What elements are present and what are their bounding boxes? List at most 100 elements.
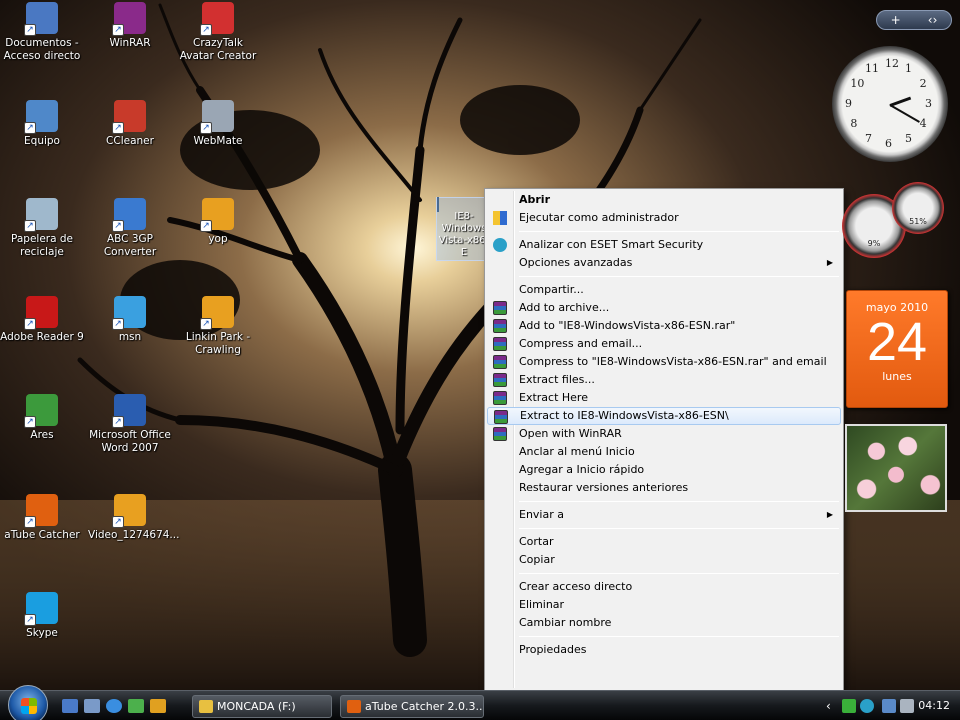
menu-item[interactable]: Cambiar nombre <box>487 614 841 632</box>
desktop-icon[interactable]: ↗ Equipo <box>0 100 84 148</box>
internet-explorer-icon[interactable] <box>106 699 122 713</box>
desktop-icon-label: Equipo <box>24 135 60 147</box>
menu-item[interactable]: Add to "IE8-WindowsVista-x86-ESN.rar" <box>487 317 841 335</box>
desktop-icon[interactable]: ↗ WebMate <box>176 100 260 148</box>
taskbar-window-button[interactable]: aTube Catcher 2.0.3... <box>340 695 484 718</box>
security-tray-icon[interactable] <box>842 699 856 713</box>
slideshow-gadget[interactable] <box>845 424 947 512</box>
winrar-icon <box>493 355 507 369</box>
taskbar-window-button[interactable]: MONCADA (F:) <box>192 695 332 718</box>
gadget-controls[interactable]: + ‹› <box>876 10 952 30</box>
desktop-icon[interactable]: ↗ aTube Catcher <box>0 494 84 542</box>
desktop-icon[interactable]: ↗ Papelera de reciclaje <box>0 198 84 259</box>
winrar-icon <box>493 337 507 351</box>
clock-gadget[interactable]: 12 1 2 3 4 5 6 7 8 9 10 11 <box>832 46 948 162</box>
menu-item[interactable]: Open with WinRAR <box>487 425 841 443</box>
gadget-nav-button[interactable]: ‹› <box>928 11 938 29</box>
desktop-icon[interactable]: ↗ Microsoft Office Word 2007 <box>88 394 172 455</box>
shortcut-arrow-icon: ↗ <box>24 24 36 36</box>
start-button[interactable] <box>8 685 48 720</box>
desktop-icon[interactable]: ↗ Documentos - Acceso directo <box>0 2 84 63</box>
desktop-icon[interactable]: ↗ Linkin Park - Crawling <box>176 296 260 357</box>
menu-item[interactable]: Crear acceso directo <box>487 578 841 596</box>
shortcut-arrow-icon: ↗ <box>200 122 212 134</box>
desktop-icon-label: Linkin Park - Crawling <box>185 331 251 356</box>
volume-tray-icon[interactable] <box>900 699 914 713</box>
switch-windows-icon[interactable] <box>84 699 100 713</box>
menu-item[interactable]: Propiedades <box>487 641 841 659</box>
menu-item[interactable]: Agregar a Inicio rápido <box>487 461 841 479</box>
menu-item[interactable]: Opciones avanzadas ▶ <box>487 254 841 272</box>
shortcut-arrow-icon: ↗ <box>24 614 36 626</box>
media-player-icon[interactable] <box>150 699 166 713</box>
shortcut-arrow-icon: ↗ <box>112 416 124 428</box>
desktop-icon[interactable]: ↗ Adobe Reader 9 <box>0 296 84 344</box>
system-tray: ‹ 04:12 <box>820 691 960 720</box>
menu-item[interactable]: Compartir... <box>487 281 841 299</box>
menu-separator <box>519 636 839 637</box>
winrar-icon <box>493 373 507 387</box>
desktop-icon-label: yop <box>208 233 228 245</box>
skype-icon: ↗ <box>24 592 58 626</box>
show-desktop-icon[interactable] <box>62 699 78 713</box>
clock-number: 9 <box>845 97 852 110</box>
menu-item-label: Cambiar nombre <box>519 616 612 629</box>
menu-item[interactable]: Restaurar versiones anteriores <box>487 479 841 497</box>
shortcut-arrow-icon: ↗ <box>112 220 124 232</box>
desktop-icon-label: msn <box>118 331 142 343</box>
menu-item-label: Enviar a <box>519 508 564 521</box>
shortcut-arrow-icon: ↗ <box>200 220 212 232</box>
eset-tray-icon[interactable] <box>860 699 874 713</box>
menu-item[interactable]: Cortar <box>487 533 841 551</box>
menu-item[interactable]: Copiar <box>487 551 841 569</box>
menu-item[interactable]: Compress and email... <box>487 335 841 353</box>
webmate-icon: ↗ <box>200 100 234 134</box>
desktop-icon[interactable]: ↗ yop <box>176 198 260 246</box>
menu-item-label: Analizar con ESET Smart Security <box>519 238 704 251</box>
menu-item[interactable]: Enviar a ▶ <box>487 506 841 524</box>
context-menu: Abrir Ejecutar como administrador Analizar… <box>484 188 844 691</box>
menu-item[interactable]: Anclar al menú Inicio <box>487 443 841 461</box>
computer-icon: ↗ <box>24 100 58 134</box>
add-gadget-button[interactable]: + <box>891 11 901 29</box>
menu-item[interactable]: Compress to "IE8-WindowsVista-x86-ESN.ra… <box>487 353 841 371</box>
desktop-icon[interactable]: ↗ Video_1274674... <box>88 494 179 542</box>
network-tray-icon[interactable] <box>882 699 896 713</box>
menu-item[interactable]: Ejecutar como administrador <box>487 209 841 227</box>
menu-item[interactable]: Analizar con ESET Smart Security <box>487 236 841 254</box>
desktop-icon[interactable]: ↗ msn <box>88 296 172 344</box>
menu-item[interactable]: Extract to IE8-WindowsVista-x86-ESN\ <box>487 407 841 425</box>
menu-item-label: Restaurar versiones anteriores <box>519 481 689 494</box>
menu-item-label: Abrir <box>519 193 551 206</box>
desktop-icon-label: aTube Catcher <box>4 529 80 541</box>
desktop-icon-label: Microsoft Office Word 2007 <box>89 429 171 454</box>
shortcut-arrow-icon: ↗ <box>24 416 36 428</box>
menu-item[interactable]: Add to archive... <box>487 299 841 317</box>
msn-icon: ↗ <box>112 296 146 330</box>
desktop-icon[interactable]: ↗ ABC 3GP Converter <box>88 198 172 259</box>
desktop-icon[interactable]: ↗ WinRAR <box>88 2 172 50</box>
desktop-icon-label: WinRAR <box>109 37 151 49</box>
menu-item[interactable]: Eliminar <box>487 596 841 614</box>
menu-item-label: Propiedades <box>519 643 587 656</box>
menu-item[interactable]: Extract Here <box>487 389 841 407</box>
menu-item[interactable]: Abrir <box>487 191 841 209</box>
menu-item-label: Crear acceso directo <box>519 580 633 593</box>
clock-number: 12 <box>885 57 899 70</box>
calendar-gadget[interactable]: mayo 2010 24 lunes <box>846 290 948 408</box>
desktop-icon[interactable]: ↗ Ares <box>0 394 84 442</box>
desktop-icon[interactable]: ↗ CrazyTalk Avatar Creator <box>176 2 260 63</box>
desktop-icon[interactable]: ↗ Skype <box>0 592 84 640</box>
winrar-icon <box>493 391 507 405</box>
menu-separator <box>519 573 839 574</box>
clock-number: 10 <box>850 77 865 90</box>
ram-meter-gadget[interactable]: 51% <box>892 182 944 234</box>
menu-item[interactable]: Extract files... <box>487 371 841 389</box>
shortcut-arrow-icon: ↗ <box>200 318 212 330</box>
atube-catcher-icon: ↗ <box>24 494 58 528</box>
folder-icon <box>199 700 213 713</box>
messenger-icon[interactable] <box>128 699 144 713</box>
tray-expand-icon[interactable]: ‹ <box>826 699 840 713</box>
desktop-icon[interactable]: ↗ CCleaner <box>88 100 172 148</box>
taskbar-clock[interactable]: 04:12 <box>918 699 950 712</box>
